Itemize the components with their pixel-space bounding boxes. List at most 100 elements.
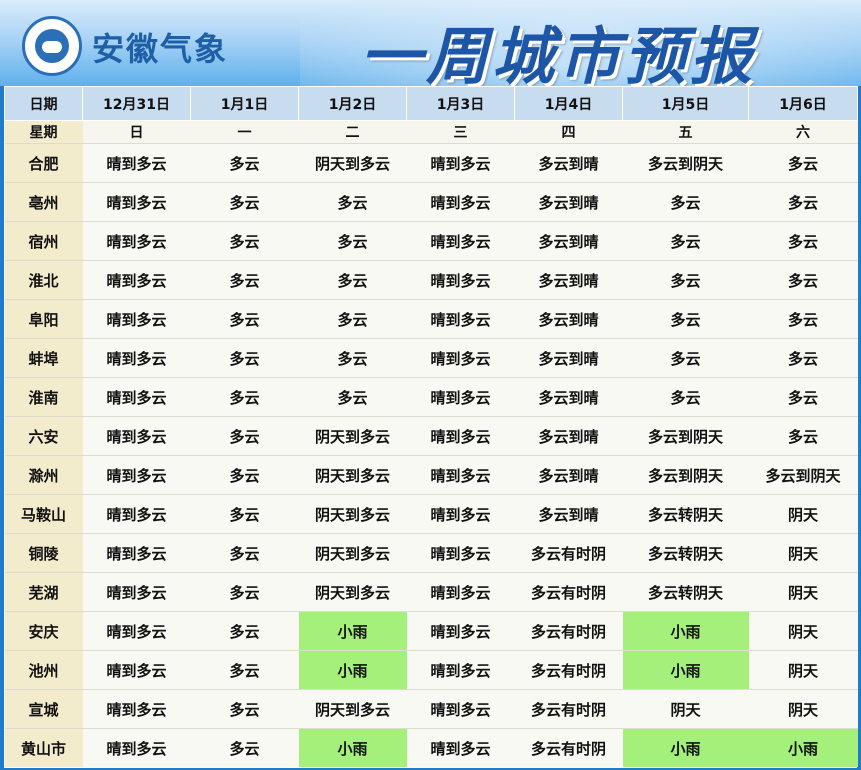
- forecast-cell: 晴到多云: [82, 533, 191, 573]
- forecast-cell: 阴天: [748, 572, 858, 612]
- forecast-cell: 阴天到多云: [298, 143, 407, 183]
- city-name: 六安: [4, 416, 83, 456]
- city-name: 合肥: [4, 143, 83, 183]
- city-name: 宿州: [4, 221, 83, 261]
- table-row: 淮北 晴到多云 多云 多云 晴到多云 多云到晴 多云 多云: [4, 260, 858, 300]
- forecast-cell: 晴到多云: [406, 650, 515, 690]
- forecast-cell: 多云: [190, 182, 299, 222]
- city-name: 芜湖: [4, 572, 83, 612]
- city-name: 淮北: [4, 260, 83, 300]
- forecast-cell: 多云有时阴: [514, 650, 623, 690]
- forecast-cell: 多云: [190, 650, 299, 690]
- forecast-cell: 晴到多云: [82, 689, 191, 729]
- table-row: 淮南 晴到多云 多云 多云 晴到多云 多云到晴 多云 多云: [4, 377, 858, 417]
- forecast-cell: 阴天到多云: [298, 572, 407, 612]
- forecast-cell: 晴到多云: [82, 299, 191, 339]
- forecast-cell: 多云: [748, 182, 858, 222]
- forecast-cell: 多云到阴天: [622, 416, 749, 456]
- date-header: 1月3日: [406, 86, 515, 121]
- forecast-cell: 多云: [298, 338, 407, 378]
- forecast-cell: 晴到多云: [406, 416, 515, 456]
- table-row: 宿州 晴到多云 多云 多云 晴到多云 多云到晴 多云 多云: [4, 221, 858, 261]
- date-header: 12月31日: [82, 86, 191, 121]
- forecast-cell: 多云到晴: [514, 494, 623, 534]
- weekday-cell: 一: [190, 120, 299, 144]
- forecast-cell: 晴到多云: [406, 728, 515, 767]
- forecast-cell: 晴到多云: [82, 221, 191, 261]
- city-name: 滁州: [4, 455, 83, 495]
- forecast-cell: 多云到晴: [514, 182, 623, 222]
- forecast-cell: 多云: [748, 143, 858, 183]
- forecast-cell: 多云: [298, 377, 407, 417]
- forecast-cell: 多云有时阴: [514, 533, 623, 573]
- forecast-cell: 晴到多云: [406, 533, 515, 573]
- forecast-cell: 多云: [190, 416, 299, 456]
- forecast-cell: 多云: [298, 299, 407, 339]
- forecast-cell: 晴到多云: [406, 260, 515, 300]
- forecast-cell: 多云有时阴: [514, 611, 623, 651]
- city-name: 池州: [4, 650, 83, 690]
- forecast-cell: 晴到多云: [406, 689, 515, 729]
- weekday-cell: 四: [514, 120, 623, 144]
- forecast-cell: 多云转阴天: [622, 533, 749, 573]
- forecast-cell: 多云到晴: [514, 455, 623, 495]
- forecast-cell: 多云: [748, 377, 858, 417]
- city-name: 淮南: [4, 377, 83, 417]
- city-name: 安庆: [4, 611, 83, 651]
- forecast-cell: 多云: [298, 221, 407, 261]
- forecast-cell: 多云有时阴: [514, 689, 623, 729]
- forecast-cell: 小雨: [622, 650, 749, 690]
- forecast-cell: 多云: [190, 143, 299, 183]
- forecast-cell: 多云: [298, 182, 407, 222]
- forecast-cell: 多云: [190, 377, 299, 417]
- forecast-cell: 多云: [190, 689, 299, 729]
- page-header: 安徽气象 一周城市预报: [0, 0, 861, 86]
- meteorological-bureau-logo: [22, 16, 82, 76]
- forecast-cell: 晴到多云: [406, 455, 515, 495]
- forecast-cell: 多云: [622, 182, 749, 222]
- forecast-cell: 多云: [190, 494, 299, 534]
- forecast-cell: 晴到多云: [82, 494, 191, 534]
- forecast-cell: 阴天到多云: [298, 533, 407, 573]
- date-header: 1月1日: [190, 86, 299, 121]
- forecast-cell: 多云: [298, 260, 407, 300]
- date-header: 1月4日: [514, 86, 623, 121]
- forecast-cell: 晴到多云: [406, 377, 515, 417]
- forecast-cell: 晴到多云: [82, 377, 191, 417]
- forecast-cell: 阴天到多云: [298, 494, 407, 534]
- forecast-cell: 多云: [622, 299, 749, 339]
- forecast-cell: 阴天: [622, 689, 749, 729]
- forecast-cell: 多云: [622, 221, 749, 261]
- forecast-cell: 多云到晴: [514, 338, 623, 378]
- date-label: 日期: [4, 86, 83, 121]
- city-name: 宣城: [4, 689, 83, 729]
- city-name: 马鞍山: [4, 494, 83, 534]
- forecast-cell: 多云: [190, 572, 299, 612]
- forecast-cell: 多云: [748, 299, 858, 339]
- city-name: 亳州: [4, 182, 83, 222]
- forecast-cell: 小雨: [622, 728, 749, 767]
- city-name: 蚌埠: [4, 338, 83, 378]
- forecast-cell: 多云转阴天: [622, 494, 749, 534]
- forecast-cell: 多云: [748, 416, 858, 456]
- forecast-cell: 阴天: [748, 611, 858, 651]
- forecast-cell: 多云: [622, 377, 749, 417]
- table-row: 蚌埠 晴到多云 多云 多云 晴到多云 多云到晴 多云 多云: [4, 338, 858, 378]
- forecast-cell: 多云: [190, 533, 299, 573]
- weekday-cell: 五: [622, 120, 749, 144]
- forecast-cell: 晴到多云: [406, 572, 515, 612]
- forecast-cell: 阴天到多云: [298, 455, 407, 495]
- forecast-cell: 多云: [748, 221, 858, 261]
- forecast-cell: 多云: [748, 260, 858, 300]
- forecast-cell: 晴到多云: [82, 728, 191, 767]
- forecast-cell: 晴到多云: [406, 338, 515, 378]
- date-header: 1月6日: [748, 86, 858, 121]
- city-name: 黄山市: [4, 728, 83, 767]
- forecast-cell: 晴到多云: [82, 143, 191, 183]
- forecast-cell: 阴天: [748, 650, 858, 690]
- table-row: 阜阳 晴到多云 多云 多云 晴到多云 多云到晴 多云 多云: [4, 299, 858, 339]
- forecast-table: 日期 12月31日 1月1日 1月2日 1月3日 1月4日 1月5日 1月6日 …: [4, 86, 858, 767]
- forecast-cell: 多云: [748, 338, 858, 378]
- forecast-cell: 多云: [622, 260, 749, 300]
- forecast-cell: 晴到多云: [406, 299, 515, 339]
